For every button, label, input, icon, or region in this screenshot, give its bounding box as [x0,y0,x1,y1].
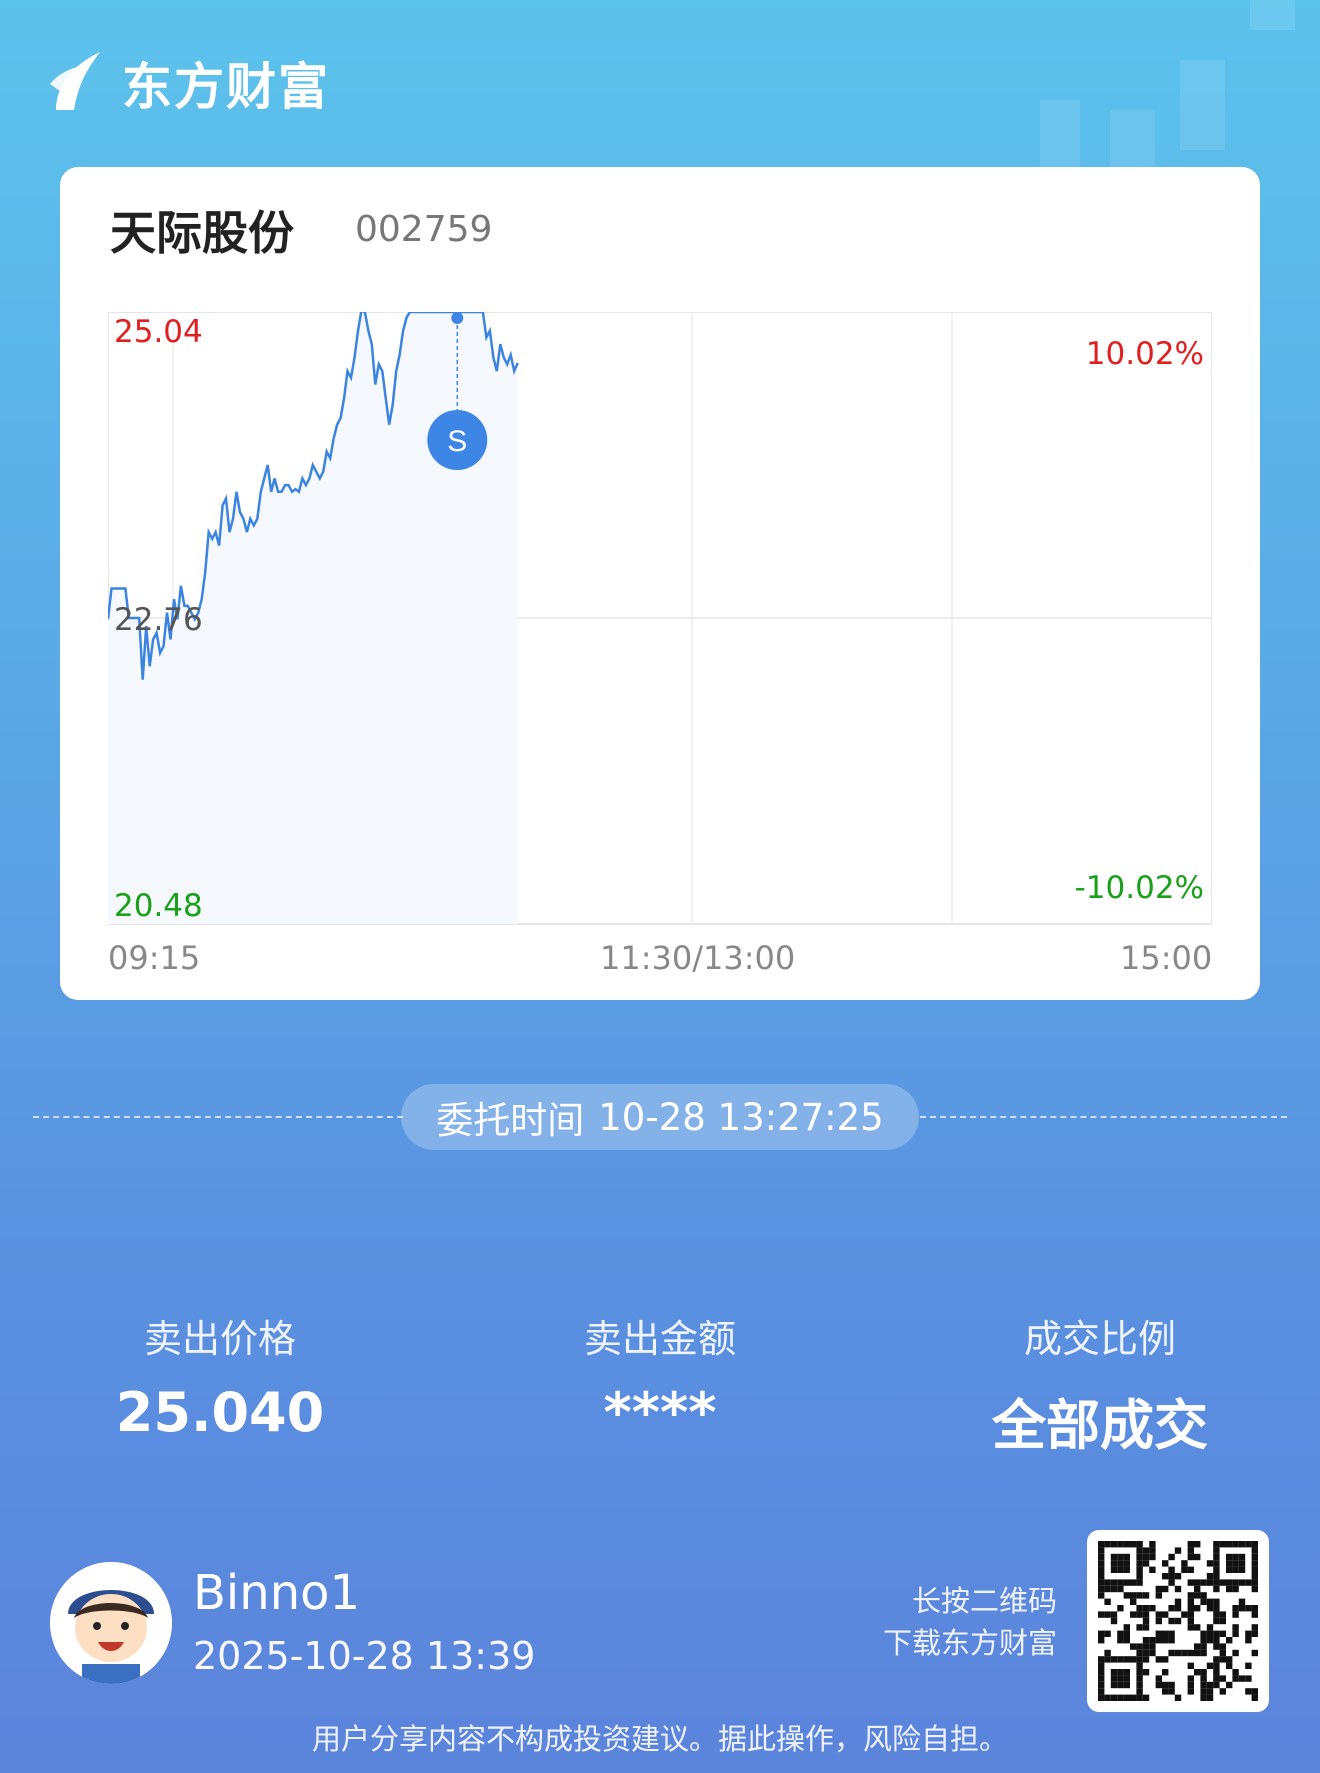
stat-label: 卖出金额 [583,1317,736,1361]
qr-hint-line2: 下载东方财富 [882,1626,1057,1660]
stat-label: 成交比例 [1023,1317,1176,1361]
order-time-label: 委托时间 [436,1099,585,1142]
brand-logo: 东方财富 [48,48,330,118]
cartoon-avatar-icon [50,1562,172,1684]
avatar[interactable] [50,1562,172,1684]
stat-value: 25.040 [115,1381,325,1444]
x-tick-midday: 11:30/13:00 [600,939,796,977]
x-tick-open: 09:15 [108,939,201,977]
disclaimer: 用户分享内容不构成投资建议。据此操作，风险自担。 [311,1722,1008,1756]
y-min-label: 20.48 [114,888,203,924]
stat-value: 全部成交 [992,1394,1208,1457]
stock-card: 天际股份 002759 S 25.04 22.76 20.48 10.02% -… [60,167,1260,1000]
stat-sell-amount: 卖出金额 **** [510,1308,810,1444]
qr-code-icon [1098,1541,1258,1701]
order-time-pill: 委托时间 10-28 13:27:25 [401,1084,919,1150]
intraday-chart: S 25.04 22.76 20.48 10.02% -10.02% [108,312,1212,925]
qr-hint-line1: 长按二维码 [911,1584,1057,1618]
divider-right [920,1116,1287,1118]
share-date: 2025-10-28 13:39 [193,1634,536,1678]
stat-label: 卖出价格 [143,1317,296,1361]
divider-left [33,1116,403,1118]
order-time-value: 10-28 13:27:25 [598,1095,884,1139]
pct-min-label: -10.02% [1075,870,1204,906]
stock-name: 天际股份 [110,206,294,260]
stat-fill-ratio: 成交比例 全部成交 [950,1308,1250,1460]
brand-name: 东方财富 [122,58,330,116]
x-tick-close: 15:00 [1120,939,1213,977]
bg-candle [1250,0,1295,30]
bg-candle [1180,60,1225,150]
stat-sell-price: 卖出价格 25.040 [70,1308,370,1444]
stat-value: **** [603,1381,717,1444]
sell-marker-label: S [447,425,467,458]
bg-candle [1110,110,1155,170]
pct-max-label: 10.02% [1086,336,1204,372]
username: Binno1 [193,1565,361,1621]
qr-code[interactable] [1087,1530,1269,1712]
y-mid-label: 22.76 [114,602,203,638]
sell-point-dot [451,312,464,324]
qr-hint: 长按二维码 下载东方财富 [883,1580,1057,1664]
stock-code: 002759 [355,209,493,250]
y-max-label: 25.04 [114,314,203,350]
leaf-logo-icon [50,52,100,110]
